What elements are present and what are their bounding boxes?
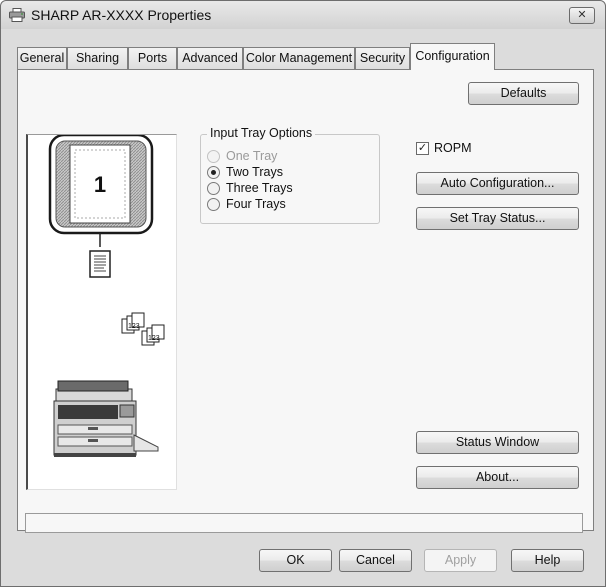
radio-button[interactable] bbox=[207, 182, 220, 195]
cancel-button[interactable]: Cancel bbox=[339, 549, 412, 572]
about-button[interactable]: About... bbox=[416, 466, 579, 489]
collate-digits-1: 123 bbox=[128, 323, 140, 330]
radio-label[interactable]: Two Trays bbox=[226, 165, 283, 179]
collate-icon: 123 123 bbox=[121, 312, 165, 346]
tab-strip: General Sharing Ports Advanced Color Man… bbox=[17, 43, 597, 70]
radio-label: One Tray bbox=[226, 149, 278, 163]
tab-configuration[interactable]: Configuration bbox=[410, 43, 495, 70]
set-tray-status-button[interactable]: Set Tray Status... bbox=[416, 207, 579, 230]
radio-button bbox=[207, 150, 220, 163]
group-title: Input Tray Options bbox=[207, 126, 316, 140]
defaults-button[interactable]: Defaults bbox=[468, 82, 579, 105]
radio-label[interactable]: Three Trays bbox=[226, 181, 293, 195]
input-tray-options-group: Input Tray Options One Tray Two Trays Th… bbox=[200, 126, 380, 224]
collate-digits-2: 123 bbox=[148, 335, 160, 342]
window-title: SHARP AR-XXXX Properties bbox=[31, 7, 212, 23]
tab-security[interactable]: Security bbox=[355, 47, 410, 69]
document-icon bbox=[89, 250, 111, 278]
preview-illustration: 1 123 123 bbox=[48, 133, 165, 457]
printer-icon bbox=[9, 8, 25, 22]
apply-button[interactable]: Apply bbox=[424, 549, 497, 572]
close-button[interactable]: ✕ bbox=[569, 7, 595, 24]
radio-button[interactable] bbox=[207, 166, 220, 179]
tab-advanced[interactable]: Advanced bbox=[177, 47, 243, 69]
tab-ports[interactable]: Ports bbox=[128, 47, 177, 69]
tab-color-management[interactable]: Color Management bbox=[243, 47, 355, 69]
radio-label[interactable]: Four Trays bbox=[226, 197, 286, 211]
ok-button[interactable]: OK bbox=[259, 549, 332, 572]
configuration-panel: Defaults 1 123 123 Input Tray Options On… bbox=[17, 69, 594, 531]
tab-sharing[interactable]: Sharing bbox=[67, 47, 128, 69]
tab-general[interactable]: General bbox=[17, 47, 67, 69]
ropm-label[interactable]: ROPM bbox=[434, 141, 472, 155]
help-button[interactable]: Help bbox=[511, 549, 584, 572]
ropm-checkbox[interactable]: ✓ bbox=[416, 142, 429, 155]
page-number: 1 bbox=[94, 172, 106, 197]
printer-preview: 1 123 123 bbox=[26, 133, 177, 490]
status-window-button[interactable]: Status Window bbox=[416, 431, 579, 454]
properties-dialog: SHARP AR-XXXX Properties ✕ General Shari… bbox=[0, 0, 606, 587]
auto-configuration-button[interactable]: Auto Configuration... bbox=[416, 172, 579, 195]
radio-button[interactable] bbox=[207, 198, 220, 211]
copier-icon bbox=[53, 380, 159, 457]
title-bar[interactable]: SHARP AR-XXXX Properties ✕ bbox=[1, 1, 605, 29]
status-bar bbox=[25, 513, 583, 533]
